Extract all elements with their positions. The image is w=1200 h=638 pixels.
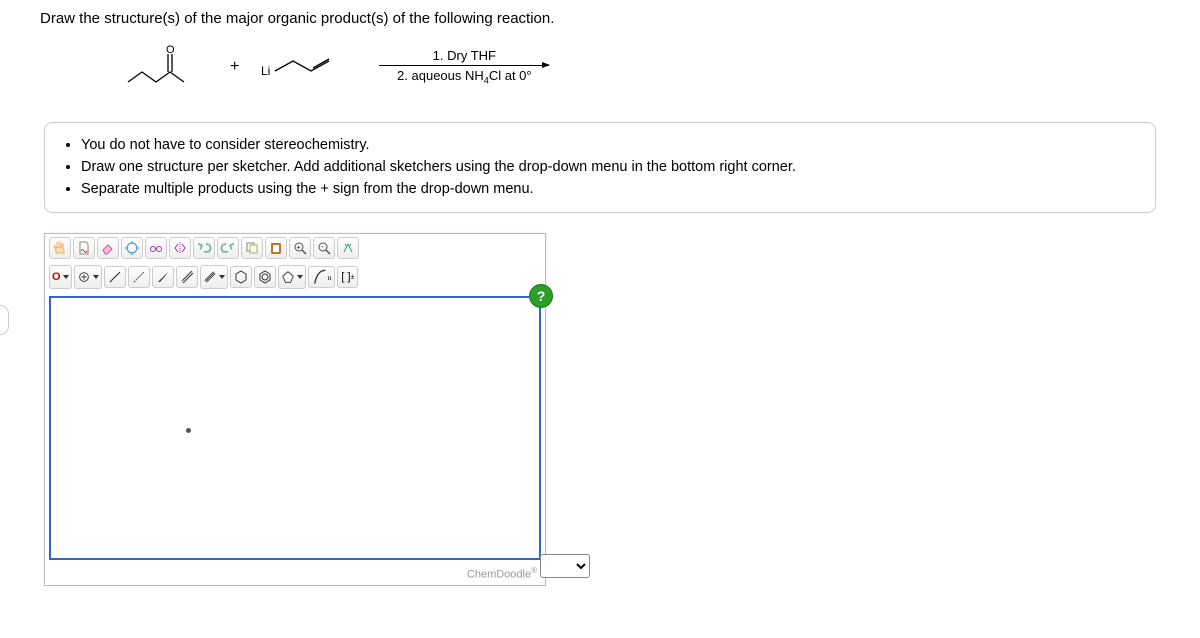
cyclohexane-tool[interactable] xyxy=(230,266,252,288)
svg-text:+: + xyxy=(297,245,301,252)
redo-tool[interactable] xyxy=(217,237,239,259)
instructions-panel: You do not have to consider stereochemis… xyxy=(44,122,1156,213)
glasses-tool[interactable] xyxy=(145,237,167,259)
chemdoodle-brand: ChemDoodle® xyxy=(45,564,545,585)
drawing-canvas[interactable]: ? xyxy=(49,296,541,560)
condition-1: 1. Dry THF xyxy=(433,48,496,63)
undo-tool[interactable] xyxy=(193,237,215,259)
svg-text:-: - xyxy=(321,244,324,251)
wedge-bond-tool[interactable] xyxy=(152,266,174,288)
question-prompt: Draw the structure(s) of the major organ… xyxy=(40,10,1160,27)
instruction-item: Draw one structure per sketcher. Add add… xyxy=(81,157,1139,179)
bond-dropdown[interactable] xyxy=(200,265,228,289)
double-bond-tool[interactable] xyxy=(176,266,198,288)
instruction-item: Separate multiple products using the + s… xyxy=(81,179,1139,201)
clean-tool[interactable] xyxy=(337,237,359,259)
question-container: Draw the structure(s) of the major organ… xyxy=(0,0,1200,596)
instruction-item: You do not have to consider stereochemis… xyxy=(81,135,1139,157)
benzene-tool[interactable] xyxy=(254,266,276,288)
plus-sign: + xyxy=(230,58,239,76)
brackets-tool[interactable]: [ ]± xyxy=(337,266,358,288)
document-tool[interactable] xyxy=(73,237,95,259)
reaction-arrow xyxy=(379,65,549,66)
copy-tool[interactable] xyxy=(241,237,263,259)
single-bond-tool[interactable] xyxy=(104,266,126,288)
zoom-out-tool[interactable]: - xyxy=(313,237,335,259)
toolbar-top: + - xyxy=(45,234,545,262)
reaction-conditions: 1. Dry THF 2. aqueous NH4Cl at 0° xyxy=(379,48,549,86)
hand-tool[interactable] xyxy=(49,237,71,259)
zoom-in-tool[interactable]: + xyxy=(289,237,311,259)
charge-dropdown[interactable] xyxy=(74,265,102,289)
chemdoodle-sketcher: + - O n xyxy=(44,233,546,586)
svg-text:O: O xyxy=(166,44,175,56)
organolithium-structure: Li xyxy=(259,47,359,87)
polymer-tool[interactable]: n xyxy=(308,266,336,288)
element-dropdown[interactable]: O xyxy=(49,265,72,289)
reaction-scheme: O + Li 1. Dry THF 2. aqueous NH4Cl at 0° xyxy=(120,42,1160,92)
ring-dropdown[interactable] xyxy=(278,265,306,289)
condition-2: 2. aqueous NH4Cl at 0° xyxy=(397,68,532,86)
help-button[interactable]: ? xyxy=(529,284,553,308)
recessed-bond-tool[interactable] xyxy=(128,266,150,288)
eraser-tool[interactable] xyxy=(97,237,119,259)
lithium-label: Li xyxy=(261,64,270,78)
flip-tool[interactable] xyxy=(169,237,191,259)
toolbar-bottom: O n [ ]± xyxy=(45,262,545,292)
ketone-structure: O xyxy=(120,42,210,92)
center-tool[interactable] xyxy=(121,237,143,259)
paste-tool[interactable] xyxy=(265,237,287,259)
add-sketcher-dropdown[interactable] xyxy=(540,554,590,578)
canvas-seed-atom[interactable] xyxy=(186,428,191,433)
